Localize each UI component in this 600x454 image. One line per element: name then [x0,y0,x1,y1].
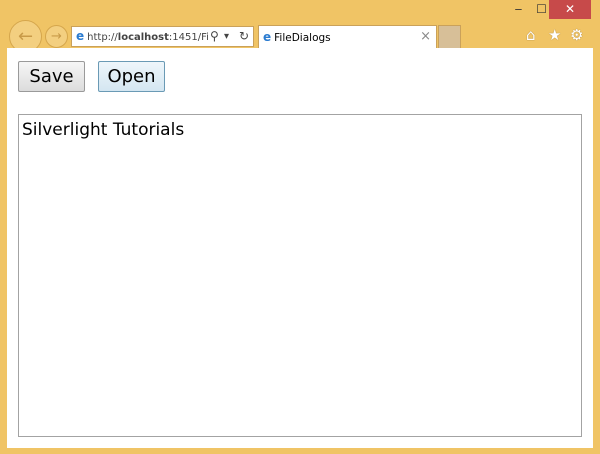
tab-title: FileDialogs [274,32,331,44]
close-window-button[interactable]: ✕ [549,0,591,19]
new-tab-button[interactable] [438,25,461,49]
home-icon[interactable]: ⌂ [526,26,536,44]
save-button[interactable]: Save [18,61,85,92]
open-button[interactable]: Open [98,61,165,92]
url-rest: :1451/Fi [168,32,209,43]
back-arrow-icon: ← [17,26,34,47]
tab-filedialogs[interactable]: e FileDialogs × [258,25,437,49]
ie-icon: e [76,29,85,43]
search-icon[interactable]: ⚲ [210,27,219,46]
favorites-star-icon[interactable]: ★ [548,26,561,44]
url-prefix: http:// [87,32,118,43]
refresh-icon[interactable]: ↻ [239,27,249,46]
tab-close-icon[interactable]: × [420,26,431,48]
ie-icon: e [263,30,272,44]
forward-arrow-icon: → [51,29,62,44]
address-bar[interactable]: e http://localhost:1451/Fi ⚲ ▾ ↻ [71,26,254,47]
dropdown-icon[interactable]: ▾ [224,27,229,46]
settings-gear-icon[interactable]: ⚙ [570,26,583,44]
url-host: localhost [117,32,169,43]
forward-button[interactable]: → [45,25,68,48]
text-box[interactable]: Silverlight Tutorials [18,114,582,437]
